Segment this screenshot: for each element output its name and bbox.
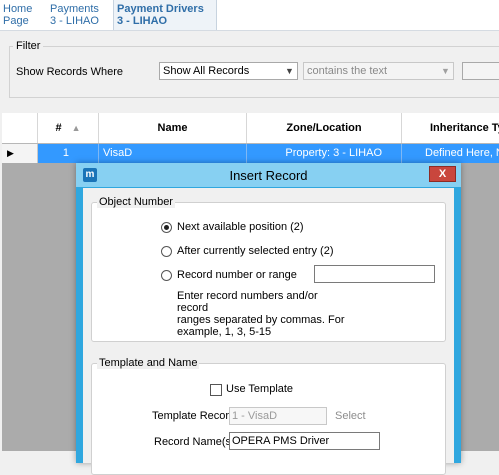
tab-payments-line1: Payments: [50, 3, 99, 15]
tab-divider: [0, 30, 499, 31]
column-header-inheritance[interactable]: Inheritance Ty: [402, 113, 499, 143]
select-template-link[interactable]: Select: [335, 410, 366, 422]
sort-ascending-icon: ▲: [71, 123, 81, 133]
tab-payment-drivers-line2: 3 - LIHAO: [117, 15, 168, 27]
chevron-down-icon: ▼: [441, 66, 450, 76]
insert-record-dialog: m Insert Record X Object Number Next ava…: [76, 163, 461, 475]
close-button[interactable]: X: [429, 166, 456, 182]
filter-field-value: Show All Records: [163, 65, 250, 77]
grid-header: # ▲ Name Zone/Location Inheritance Ty: [2, 113, 499, 144]
chevron-down-icon: ▼: [285, 66, 294, 76]
template-record-input[interactable]: 1 - VisaD: [229, 407, 327, 425]
radio-record-range-label[interactable]: Record number or range: [177, 269, 297, 281]
help-line-2: ranges separated by commas. For: [177, 314, 345, 326]
cell-inheritance: Defined Here, No: [425, 147, 499, 159]
dialog-title: Insert Record: [229, 168, 308, 183]
row-selector-icon[interactable]: ▶: [2, 144, 38, 163]
radio-next-position[interactable]: [161, 222, 172, 233]
filter-operator-combo[interactable]: contains the text ▼: [303, 62, 454, 80]
cell-name: VisaD: [99, 144, 247, 163]
record-range-help: Enter record numbers and/or record range…: [177, 290, 347, 338]
use-template-label[interactable]: Use Template: [226, 383, 293, 395]
row-header-corner: [2, 113, 38, 143]
tab-payments[interactable]: Payments 3 - LIHAO: [47, 0, 113, 30]
radio-after-selected[interactable]: [161, 246, 172, 257]
record-name-label: Record Name(s): [154, 436, 235, 448]
table-row[interactable]: ▶ 1 VisaD Property: 3 - LIHAO Defined He…: [2, 144, 499, 163]
help-line-1: Enter record numbers and/or record: [177, 290, 318, 314]
radio-next-position-label[interactable]: Next available position (2): [177, 221, 304, 233]
column-header-zone[interactable]: Zone/Location: [247, 113, 402, 143]
cell-zone: Property: 3 - LIHAO: [247, 144, 402, 163]
tab-payments-line2: 3 - LIHAO: [50, 15, 99, 27]
tab-home-page[interactable]: Home Page: [0, 0, 47, 30]
tab-home-page-line2: Page: [3, 15, 29, 27]
dialog-body: Object Number Next available position (2…: [83, 188, 454, 475]
filter-operator-value: contains the text: [307, 65, 388, 77]
show-records-label: Show Records Where: [16, 66, 123, 78]
use-template-checkbox[interactable]: [210, 384, 222, 396]
cell-number: 1: [38, 144, 99, 163]
help-line-3: example, 1, 3, 5-15: [177, 326, 272, 338]
filter-field-combo[interactable]: Show All Records ▼: [159, 62, 298, 80]
template-name-legend: Template and Name: [97, 357, 200, 369]
dialog-titlebar[interactable]: m Insert Record X: [76, 163, 461, 187]
template-record-label: Template Record: [152, 410, 236, 422]
tab-home-page-line1: Home: [3, 3, 33, 15]
radio-record-range[interactable]: [161, 270, 172, 281]
tab-payment-drivers-line1: Payment Drivers: [117, 3, 204, 15]
object-number-legend: Object Number: [97, 196, 175, 208]
column-header-number[interactable]: # ▲: [38, 113, 99, 143]
tab-bar: Home Page Payments 3 - LIHAO Payment Dri…: [0, 0, 499, 30]
tab-payment-drivers[interactable]: Payment Drivers 3 - LIHAO: [113, 0, 217, 30]
filter-value-input[interactable]: [462, 62, 499, 80]
column-header-number-label: #: [55, 122, 62, 134]
record-range-input[interactable]: [314, 265, 435, 283]
radio-after-selected-label[interactable]: After currently selected entry (2): [177, 245, 334, 257]
record-name-input[interactable]: OPERA PMS Driver: [229, 432, 380, 450]
filter-legend: Filter: [13, 40, 44, 52]
column-header-name[interactable]: Name: [99, 113, 247, 143]
